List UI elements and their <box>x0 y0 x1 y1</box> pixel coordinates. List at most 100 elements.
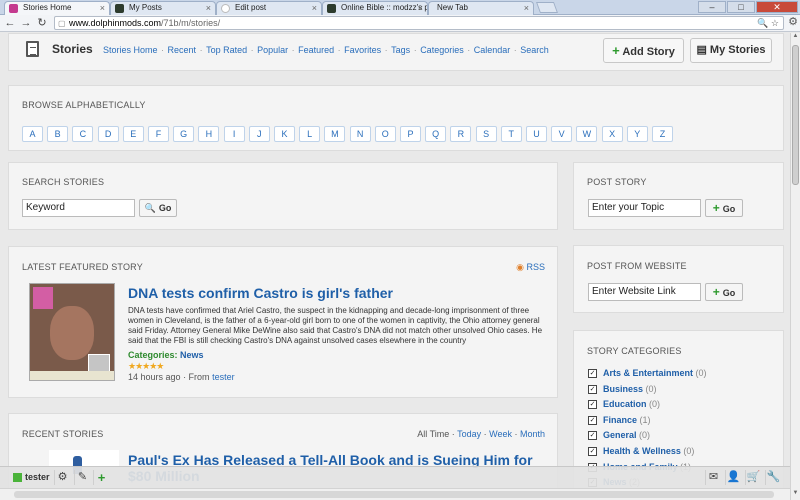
post-website-go-button[interactable]: + Go <box>705 283 743 301</box>
letter-button-u[interactable]: U <box>526 126 547 142</box>
tab-close-icon[interactable]: × <box>100 2 105 14</box>
filter-all-time[interactable]: All Time <box>417 429 449 439</box>
story-thumbnail[interactable] <box>29 283 115 381</box>
checkbox-icon[interactable]: ✓ <box>588 431 597 441</box>
nav-top-rated[interactable]: Top Rated <box>206 45 247 55</box>
letter-button-q[interactable]: Q <box>425 126 447 142</box>
maximize-button[interactable]: □ <box>727 1 755 13</box>
scroll-down-icon[interactable]: ▼ <box>791 490 800 500</box>
letter-button-s[interactable]: S <box>475 126 497 142</box>
letter-button-e[interactable]: E <box>122 126 144 142</box>
wrench-icon[interactable]: 🔧 <box>765 470 781 485</box>
filter-month[interactable]: Month <box>520 429 545 439</box>
category-name[interactable]: Business (0) <box>603 384 657 394</box>
letter-button-j[interactable]: J <box>248 126 270 142</box>
nav-featured[interactable]: Featured <box>298 45 334 55</box>
topic-input[interactable]: Enter your Topic <box>588 199 701 217</box>
author-link[interactable]: tester <box>212 372 235 382</box>
category-name[interactable]: Finance (1) <box>603 415 651 425</box>
category-name[interactable]: Health & Wellness (0) <box>603 446 694 456</box>
search-go-button[interactable]: 🔍 Go <box>139 199 177 217</box>
user-icon[interactable]: 👤 <box>725 470 741 485</box>
tab-close-icon[interactable]: × <box>418 2 423 14</box>
scrollbar-thumb[interactable] <box>792 45 799 185</box>
rss-link[interactable]: ◉ RSS <box>516 262 545 273</box>
edit-icon[interactable]: ✎ <box>74 470 90 485</box>
tab-online-bible[interactable]: Online Bible :: modzz's p × <box>322 1 428 15</box>
forward-icon[interactable]: → <box>19 16 33 30</box>
tab-stories-home[interactable]: Stories Home × <box>4 1 110 15</box>
website-link-input[interactable]: Enter Website Link <box>588 283 701 301</box>
category-name[interactable]: Education (0) <box>603 399 660 409</box>
zoom-icon[interactable]: 🔍 ☆ <box>757 17 779 29</box>
letter-button-k[interactable]: K <box>274 126 295 142</box>
letter-button-l[interactable]: L <box>299 126 321 142</box>
letter-button-x[interactable]: X <box>601 126 623 142</box>
scroll-up-icon[interactable]: ▲ <box>791 33 800 43</box>
tab-close-icon[interactable]: × <box>312 2 317 14</box>
category-name[interactable]: Arts & Entertainment (0) <box>603 368 707 378</box>
nav-recent[interactable]: Recent <box>168 45 197 55</box>
tab-edit-post[interactable]: Edit post × <box>216 1 322 15</box>
filter-week[interactable]: Week <box>489 429 512 439</box>
reload-icon[interactable]: ↻ <box>35 16 49 30</box>
loading-icon <box>221 4 230 13</box>
checkbox-icon[interactable]: ✓ <box>588 384 597 394</box>
search-input[interactable]: Keyword <box>22 199 135 217</box>
filter-today[interactable]: Today <box>457 429 481 439</box>
nav-stories-home[interactable]: Stories Home <box>103 45 158 55</box>
letter-button-g[interactable]: G <box>173 126 195 142</box>
wrench-icon[interactable]: ⚙ <box>788 15 798 28</box>
nav-search[interactable]: Search <box>520 45 549 55</box>
featured-headline[interactable]: DNA tests confirm Castro is girl's fathe… <box>128 285 393 301</box>
category-link[interactable]: News <box>180 350 204 360</box>
letter-button-f[interactable]: F <box>148 126 169 142</box>
nav-calendar[interactable]: Calendar <box>474 45 511 55</box>
letter-button-n[interactable]: N <box>349 126 371 142</box>
window-close-button[interactable]: ✕ <box>756 1 798 13</box>
gear-icon[interactable]: ⚙ <box>54 470 70 485</box>
category-name[interactable]: General (0) <box>603 430 650 440</box>
vertical-scrollbar[interactable]: ▲ ▼ <box>790 33 800 500</box>
checkbox-icon[interactable]: ✓ <box>588 400 597 410</box>
tab-my-posts[interactable]: My Posts × <box>110 1 216 15</box>
letter-button-t[interactable]: T <box>500 126 522 142</box>
checkbox-icon[interactable]: ✓ <box>588 447 597 456</box>
cart-icon[interactable]: 🛒 <box>745 470 761 485</box>
nav-popular[interactable]: Popular <box>257 45 288 55</box>
scrollbar-thumb[interactable] <box>14 491 774 498</box>
checkbox-icon[interactable]: ✓ <box>588 415 597 425</box>
letter-button-o[interactable]: O <box>374 126 396 142</box>
nav-favorites[interactable]: Favorites <box>344 45 381 55</box>
letter-button-v[interactable]: V <box>551 126 573 142</box>
letter-button-i[interactable]: I <box>223 126 245 142</box>
mail-icon[interactable]: ✉ <box>705 470 721 485</box>
letter-button-r[interactable]: R <box>450 126 472 142</box>
letter-button-p[interactable]: P <box>400 126 421 142</box>
letter-button-h[interactable]: H <box>198 126 220 142</box>
back-icon[interactable]: ← <box>3 16 17 30</box>
new-tab-button[interactable] <box>535 2 559 13</box>
letter-button-b[interactable]: B <box>47 126 69 142</box>
nav-tags[interactable]: Tags <box>391 45 410 55</box>
my-stories-button[interactable]: ▤ My Stories <box>690 38 772 63</box>
toolbar-username[interactable]: tester <box>25 472 50 482</box>
add-icon[interactable]: + <box>93 470 109 485</box>
minimize-button[interactable]: – <box>698 1 726 13</box>
letter-button-a[interactable]: A <box>22 126 43 142</box>
letter-button-d[interactable]: D <box>97 126 119 142</box>
tab-new-tab[interactable]: New Tab × <box>428 1 534 15</box>
post-story-go-button[interactable]: + Go <box>705 199 743 217</box>
url-input[interactable]: ▢ www.dolphinmods.com/71b/m/stories/ 🔍 ☆ <box>54 16 784 30</box>
letter-button-c[interactable]: C <box>72 126 94 142</box>
nav-categories[interactable]: Categories <box>420 45 464 55</box>
letter-button-w[interactable]: W <box>576 126 598 142</box>
letter-button-z[interactable]: Z <box>652 126 673 142</box>
tab-close-icon[interactable]: × <box>206 2 211 14</box>
checkbox-icon[interactable]: ✓ <box>588 369 597 378</box>
horizontal-scrollbar[interactable] <box>0 488 790 500</box>
letter-button-y[interactable]: Y <box>626 126 648 142</box>
tab-close-icon[interactable]: × <box>524 2 529 14</box>
letter-button-m[interactable]: M <box>324 126 346 142</box>
add-story-button[interactable]: + Add Story <box>603 38 684 63</box>
